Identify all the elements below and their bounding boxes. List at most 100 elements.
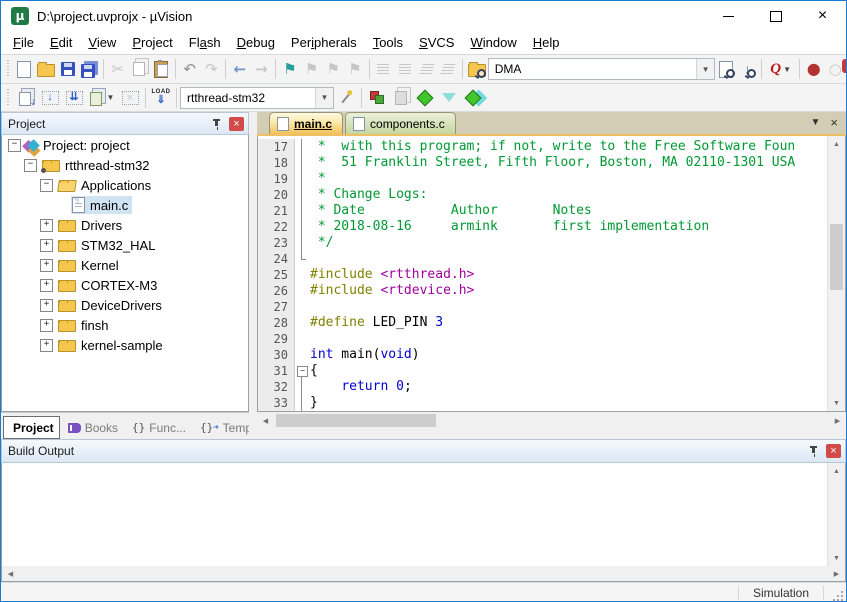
cut-button[interactable]: ✂ bbox=[107, 58, 129, 81]
redo-button[interactable]: ↷ bbox=[200, 58, 222, 81]
menu-view[interactable]: View bbox=[80, 32, 124, 53]
editor-tab-main-c[interactable]: main.c bbox=[269, 112, 343, 134]
target-combo-dropdown[interactable]: ▼ bbox=[315, 88, 333, 108]
code-area[interactable]: 17 * with this program; if not, write to… bbox=[257, 136, 846, 412]
expand-box-icon[interactable]: + bbox=[40, 259, 53, 272]
expand-box-icon[interactable]: + bbox=[40, 299, 53, 312]
panel-tab-project[interactable]: Project bbox=[3, 416, 60, 439]
tree-item-drivers[interactable]: +Drivers bbox=[2, 215, 248, 235]
scroll-down-icon[interactable]: ▼ bbox=[828, 550, 845, 566]
pack-installer-button[interactable] bbox=[461, 86, 485, 109]
stop-build-button[interactable]: × bbox=[118, 86, 142, 109]
expand-box-icon[interactable]: + bbox=[40, 279, 53, 292]
menu-window[interactable]: Window bbox=[462, 32, 524, 53]
copy-button[interactable] bbox=[129, 58, 151, 81]
uncomment-button[interactable] bbox=[438, 58, 460, 81]
build-output-close-icon[interactable]: × bbox=[826, 444, 841, 458]
editor-vscroll-thumb[interactable] bbox=[830, 224, 843, 290]
save-all-button[interactable] bbox=[78, 58, 100, 81]
menu-svcs[interactable]: SVCS bbox=[411, 32, 462, 53]
build-button[interactable]: ↓ bbox=[38, 86, 62, 109]
runtime-environment-button[interactable] bbox=[413, 86, 437, 109]
breakpoint-toggle-button[interactable]: ● bbox=[803, 58, 825, 81]
find-in-files-button[interactable] bbox=[466, 58, 488, 81]
batch-build-button[interactable]: ▼ bbox=[86, 86, 118, 109]
build-output-hscrollbar[interactable]: ◀ ▶ bbox=[2, 566, 845, 581]
toolbar-grip[interactable] bbox=[6, 60, 11, 78]
document-list-dropdown-icon[interactable]: ▼ bbox=[811, 117, 821, 128]
close-document-icon[interactable]: × bbox=[830, 115, 838, 130]
tree-item-project-project[interactable]: −Project: project bbox=[2, 135, 248, 155]
tree-item-kernel-sample[interactable]: +kernel-sample bbox=[2, 335, 248, 355]
manage-project-items-button[interactable] bbox=[365, 86, 389, 109]
editor-tab-components-c[interactable]: components.c bbox=[345, 112, 456, 134]
scroll-right-icon[interactable]: ▶ bbox=[829, 412, 846, 429]
clear-bookmarks-button[interactable]: ⚑ bbox=[344, 58, 366, 81]
build-output-text[interactable] bbox=[2, 463, 827, 566]
scroll-down-icon[interactable]: ▼ bbox=[828, 395, 845, 411]
pin-icon[interactable] bbox=[211, 117, 223, 131]
file-extensions-button[interactable] bbox=[437, 86, 461, 109]
expand-box-icon[interactable]: + bbox=[40, 339, 53, 352]
editor-hscrollbar[interactable]: ◀ ▶ bbox=[257, 412, 846, 429]
menu-peripherals[interactable]: Peripherals bbox=[283, 32, 365, 53]
multi-project-button[interactable] bbox=[389, 86, 413, 109]
panel-tab-func[interactable]: {}Func... bbox=[126, 416, 192, 439]
target-combo[interactable]: rtthread-stm32 ▼ bbox=[180, 87, 334, 109]
incremental-find-button[interactable]: ↓ bbox=[737, 58, 759, 81]
search-combo[interactable]: DMA ▼ bbox=[488, 58, 715, 80]
undo-button[interactable]: ↶ bbox=[179, 58, 201, 81]
toggle-bookmark-button[interactable]: ⚑ bbox=[279, 58, 301, 81]
menu-help[interactable]: Help bbox=[525, 32, 568, 53]
maximize-button[interactable] bbox=[752, 1, 799, 31]
save-button[interactable] bbox=[57, 58, 79, 81]
open-file-button[interactable] bbox=[35, 58, 57, 81]
menu-flash[interactable]: Flash bbox=[181, 32, 229, 53]
resize-grip[interactable] bbox=[830, 588, 844, 602]
tree-item-finsh[interactable]: +finsh bbox=[2, 315, 248, 335]
editor-vscrollbar[interactable]: ▲ ▼ bbox=[827, 136, 845, 411]
navigate-back-button[interactable]: ← bbox=[229, 58, 251, 81]
expand-box-icon[interactable]: + bbox=[40, 219, 53, 232]
expand-box-icon[interactable]: + bbox=[40, 319, 53, 332]
next-bookmark-button[interactable]: ⚑ bbox=[322, 58, 344, 81]
target-options-button[interactable] bbox=[334, 86, 358, 109]
scroll-up-icon[interactable]: ▲ bbox=[828, 136, 845, 152]
outdent-button[interactable] bbox=[394, 58, 416, 81]
scroll-up-icon[interactable]: ▲ bbox=[828, 463, 845, 479]
prev-bookmark-button[interactable]: ⚑ bbox=[301, 58, 323, 81]
tree-item-rtthread-stm32[interactable]: −rtthread-stm32 bbox=[2, 155, 248, 175]
project-panel-close-icon[interactable]: × bbox=[229, 117, 244, 131]
tree-item-applications[interactable]: −Applications bbox=[2, 175, 248, 195]
scroll-left-icon[interactable]: ◀ bbox=[257, 412, 274, 429]
pin-icon[interactable] bbox=[808, 444, 820, 458]
collapse-box-icon[interactable]: − bbox=[8, 139, 21, 152]
menu-file[interactable]: File bbox=[5, 32, 42, 53]
translate-button[interactable]: ↓ bbox=[14, 86, 38, 109]
tree-item-stm32-hal[interactable]: +STM32_HAL bbox=[2, 235, 248, 255]
navigate-forward-button[interactable]: → bbox=[251, 58, 273, 81]
search-combo-value[interactable]: DMA bbox=[489, 62, 696, 76]
build-output-vscrollbar[interactable]: ▲ ▼ bbox=[827, 463, 845, 566]
menu-debug[interactable]: Debug bbox=[229, 32, 283, 53]
expand-box-icon[interactable]: + bbox=[40, 239, 53, 252]
fold-collapse-icon[interactable]: − bbox=[295, 363, 308, 379]
search-combo-dropdown[interactable]: ▼ bbox=[696, 59, 714, 79]
menu-edit[interactable]: Edit bbox=[42, 32, 80, 53]
panel-splitter[interactable] bbox=[249, 112, 257, 439]
new-file-button[interactable] bbox=[14, 58, 36, 81]
comment-button[interactable] bbox=[416, 58, 438, 81]
scroll-left-icon[interactable]: ◀ bbox=[2, 565, 19, 582]
tree-item-devicedrivers[interactable]: +DeviceDrivers bbox=[2, 295, 248, 315]
menu-tools[interactable]: Tools bbox=[365, 32, 411, 53]
tree-item-kernel[interactable]: +Kernel bbox=[2, 255, 248, 275]
collapse-box-icon[interactable]: − bbox=[24, 159, 37, 172]
debug-query-button[interactable]: Q▼ bbox=[765, 58, 796, 81]
indent-button[interactable] bbox=[373, 58, 395, 81]
editor-hscroll-thumb[interactable] bbox=[276, 414, 436, 427]
menu-project[interactable]: Project bbox=[124, 32, 180, 53]
minimize-button[interactable] bbox=[705, 1, 752, 31]
toolbar-grip[interactable] bbox=[6, 89, 11, 107]
panel-tab-books[interactable]: Books bbox=[62, 416, 124, 439]
tree-item-cortex-m3[interactable]: +CORTEX-M3 bbox=[2, 275, 248, 295]
